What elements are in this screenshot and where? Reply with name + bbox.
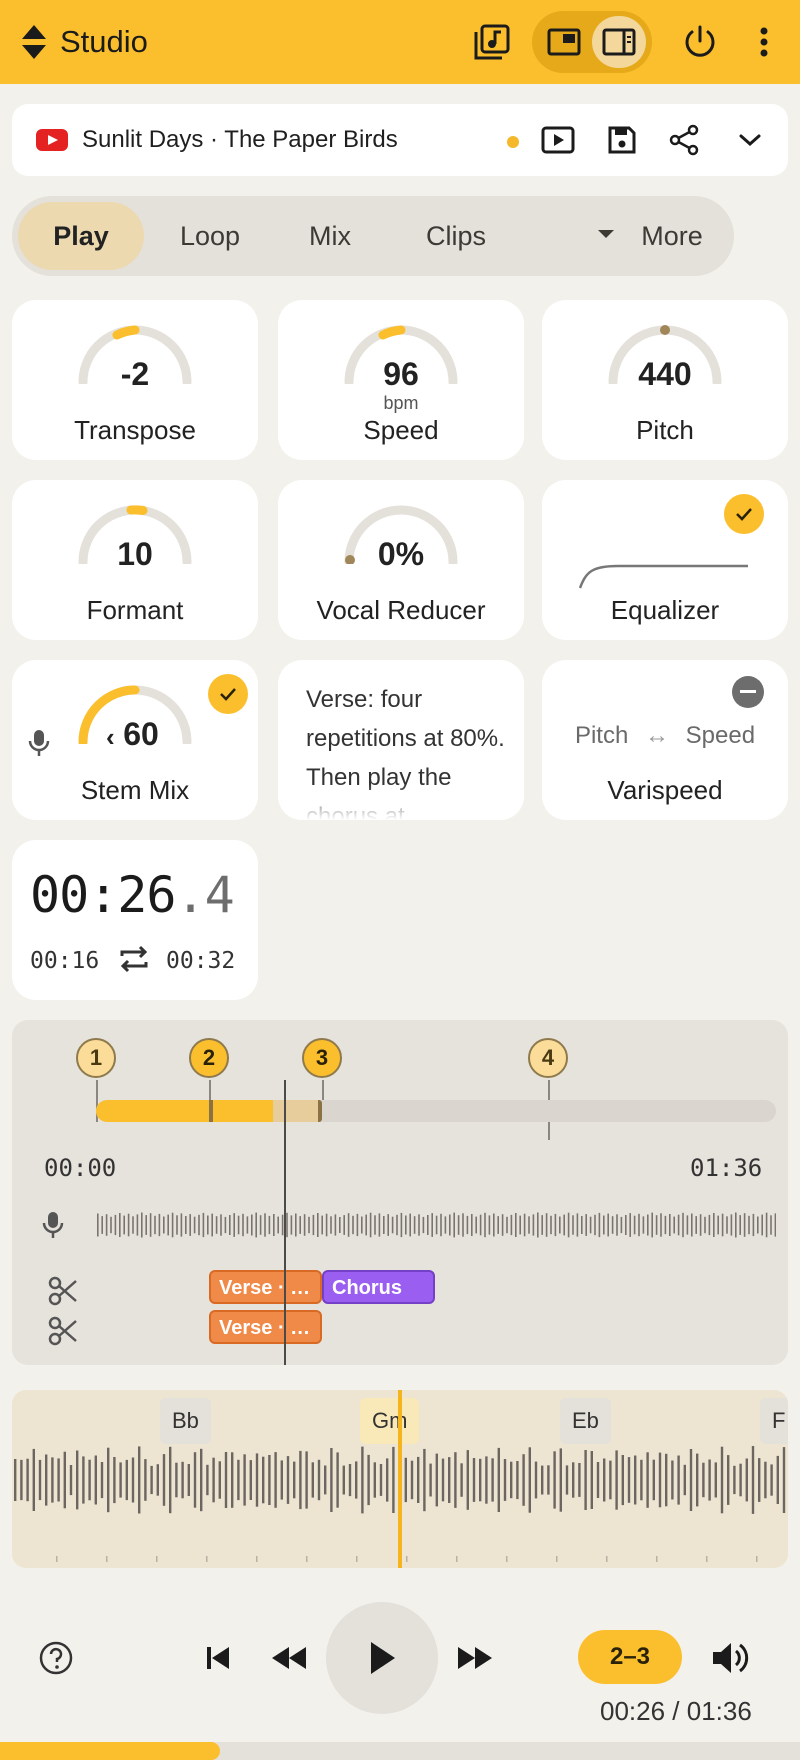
transpose-tile[interactable]: -2 Transpose <box>12 300 258 460</box>
varispeed-label: Varispeed <box>607 775 723 805</box>
fast-forward-icon[interactable] <box>452 1640 498 1676</box>
stem-mix-value: 60 <box>123 716 159 752</box>
unsaved-indicator <box>507 136 519 148</box>
help-icon[interactable] <box>36 1638 76 1678</box>
current-time-main: 00:26 <box>30 866 177 924</box>
pitch-value: 440 <box>638 356 692 392</box>
chevron-down-icon[interactable] <box>730 120 770 160</box>
remove-icon[interactable] <box>732 676 764 708</box>
picture-in-picture-icon[interactable] <box>544 22 584 62</box>
play-icon <box>371 1642 395 1674</box>
check-icon <box>208 674 248 714</box>
play-button[interactable] <box>326 1602 438 1714</box>
time-card[interactable]: 00:26.4 00:16 00:32 <box>12 840 258 1000</box>
equalizer-tile[interactable]: Equalizer <box>542 480 788 640</box>
track-title: Sunlit Days · The Paper Birds <box>82 126 398 153</box>
progress-played <box>96 1100 209 1122</box>
view-mode-toggle <box>532 11 652 73</box>
skip-previous-icon[interactable] <box>198 1640 238 1676</box>
side-panel-icon[interactable] <box>599 22 639 62</box>
music-library-icon[interactable] <box>472 22 512 62</box>
speed-value: 96 <box>383 356 419 392</box>
marker-2[interactable]: 2 <box>189 1038 229 1078</box>
formant-value: 10 <box>117 536 153 572</box>
mic-icon <box>42 1212 64 1238</box>
save-icon[interactable] <box>602 120 642 160</box>
clip-verse[interactable]: Verse · … <box>209 1270 322 1304</box>
more-vert-icon[interactable] <box>744 22 784 62</box>
transpose-value: -2 <box>120 356 150 392</box>
current-time-fraction: .4 <box>175 866 235 924</box>
loop-played <box>209 1100 273 1122</box>
chord-label[interactable]: F <box>760 1398 788 1444</box>
app-title: Studio <box>60 24 148 59</box>
eq-curve-icon <box>578 564 748 589</box>
timeline-panel: 1 2 3 4 00:00 01:36 Verse · … Chorus Ver… <box>12 1020 788 1365</box>
speed-unit: bpm <box>383 393 419 413</box>
varispeed-speed: Speed <box>685 722 756 749</box>
varispeed-pitch: Pitch <box>574 722 629 749</box>
equalizer-label: Equalizer <box>610 595 720 625</box>
loop-icon[interactable] <box>118 944 150 974</box>
loop-start[interactable]: 00:16 <box>30 948 99 974</box>
formant-label: Formant <box>86 595 184 625</box>
power-icon[interactable] <box>680 22 720 62</box>
tab-more[interactable]: More <box>624 202 720 270</box>
pitch-tile[interactable]: 440 Pitch <box>542 300 788 460</box>
tab-clips[interactable]: Clips <box>394 202 518 270</box>
tab-mix[interactable]: Mix <box>280 202 380 270</box>
speed-label: Speed <box>363 415 439 445</box>
waveform-playhead[interactable] <box>398 1390 402 1568</box>
clip-verse[interactable]: Verse · … <box>209 1310 322 1344</box>
swap-arrow-icon: ↔ <box>644 722 669 749</box>
varispeed-mode: Pitch ↔ Speed <box>542 722 788 750</box>
marker-4[interactable]: 4 <box>528 1038 568 1078</box>
stem-mix-label: Stem Mix <box>80 775 190 805</box>
marker-3[interactable]: 3 <box>302 1038 342 1078</box>
chord-label[interactable]: Eb <box>560 1398 611 1444</box>
chord-waveform[interactable]: Bb Gm Eb F <box>12 1390 788 1568</box>
current-time: 00:26.4 <box>30 866 235 924</box>
check-icon <box>724 494 764 534</box>
rewind-icon[interactable] <box>266 1640 312 1676</box>
loop-section-badge[interactable]: 2–3 <box>578 1630 682 1684</box>
chord-label[interactable]: Bb <box>160 1398 211 1444</box>
practice-note[interactable]: Verse: four repetitions at 80%. Then pla… <box>278 660 524 820</box>
playback-position: 00:26 / 01:36 <box>600 1696 752 1726</box>
share-icon[interactable] <box>664 120 704 160</box>
note-text: Verse: four repetitions at 80%. Then pla… <box>306 686 505 820</box>
sort-icon[interactable] <box>20 22 48 62</box>
pitch-label: Pitch <box>636 415 694 445</box>
chord-label-current[interactable]: Gm <box>360 1398 420 1444</box>
vocal-waveform[interactable] <box>96 1212 776 1238</box>
timeline-end: 01:36 <box>690 1154 763 1182</box>
tab-play[interactable]: Play <box>18 202 144 270</box>
vocal-reducer-label: Vocal Reducer <box>316 595 486 625</box>
loop-end[interactable]: 00:32 <box>166 948 235 974</box>
scissors-icon[interactable] <box>48 1276 78 1306</box>
timeline-start: 00:00 <box>44 1154 117 1182</box>
caret-down-icon[interactable] <box>598 230 614 238</box>
vocal-reducer-tile[interactable]: 0% Vocal Reducer <box>278 480 524 640</box>
mode-tabs: Play Loop Mix Clips More <box>12 196 734 276</box>
vocal-reducer-value: 0% <box>377 536 425 572</box>
transpose-label: Transpose <box>74 415 196 445</box>
playhead[interactable] <box>284 1080 286 1365</box>
stem-mix-tile[interactable]: ‹ 60 Stem Mix <box>12 660 258 820</box>
formant-tile[interactable]: 10 Formant <box>12 480 258 640</box>
overall-progress[interactable] <box>0 1742 800 1760</box>
overall-progress-fill <box>0 1742 220 1760</box>
tab-loop[interactable]: Loop <box>154 202 266 270</box>
youtube-icon <box>36 129 68 151</box>
track-card[interactable]: Sunlit Days · The Paper Birds <box>12 104 788 176</box>
clip-chorus[interactable]: Chorus <box>322 1270 435 1304</box>
volume-icon[interactable] <box>708 1636 752 1680</box>
top-app-bar: Studio <box>0 0 800 84</box>
play-video-icon[interactable] <box>538 120 578 160</box>
marker-1[interactable]: 1 <box>76 1038 116 1078</box>
scissors-icon[interactable] <box>48 1316 78 1346</box>
speed-tile[interactable]: 96 bpm Speed <box>278 300 524 460</box>
varispeed-tile[interactable]: Pitch ↔ Speed Varispeed <box>542 660 788 820</box>
